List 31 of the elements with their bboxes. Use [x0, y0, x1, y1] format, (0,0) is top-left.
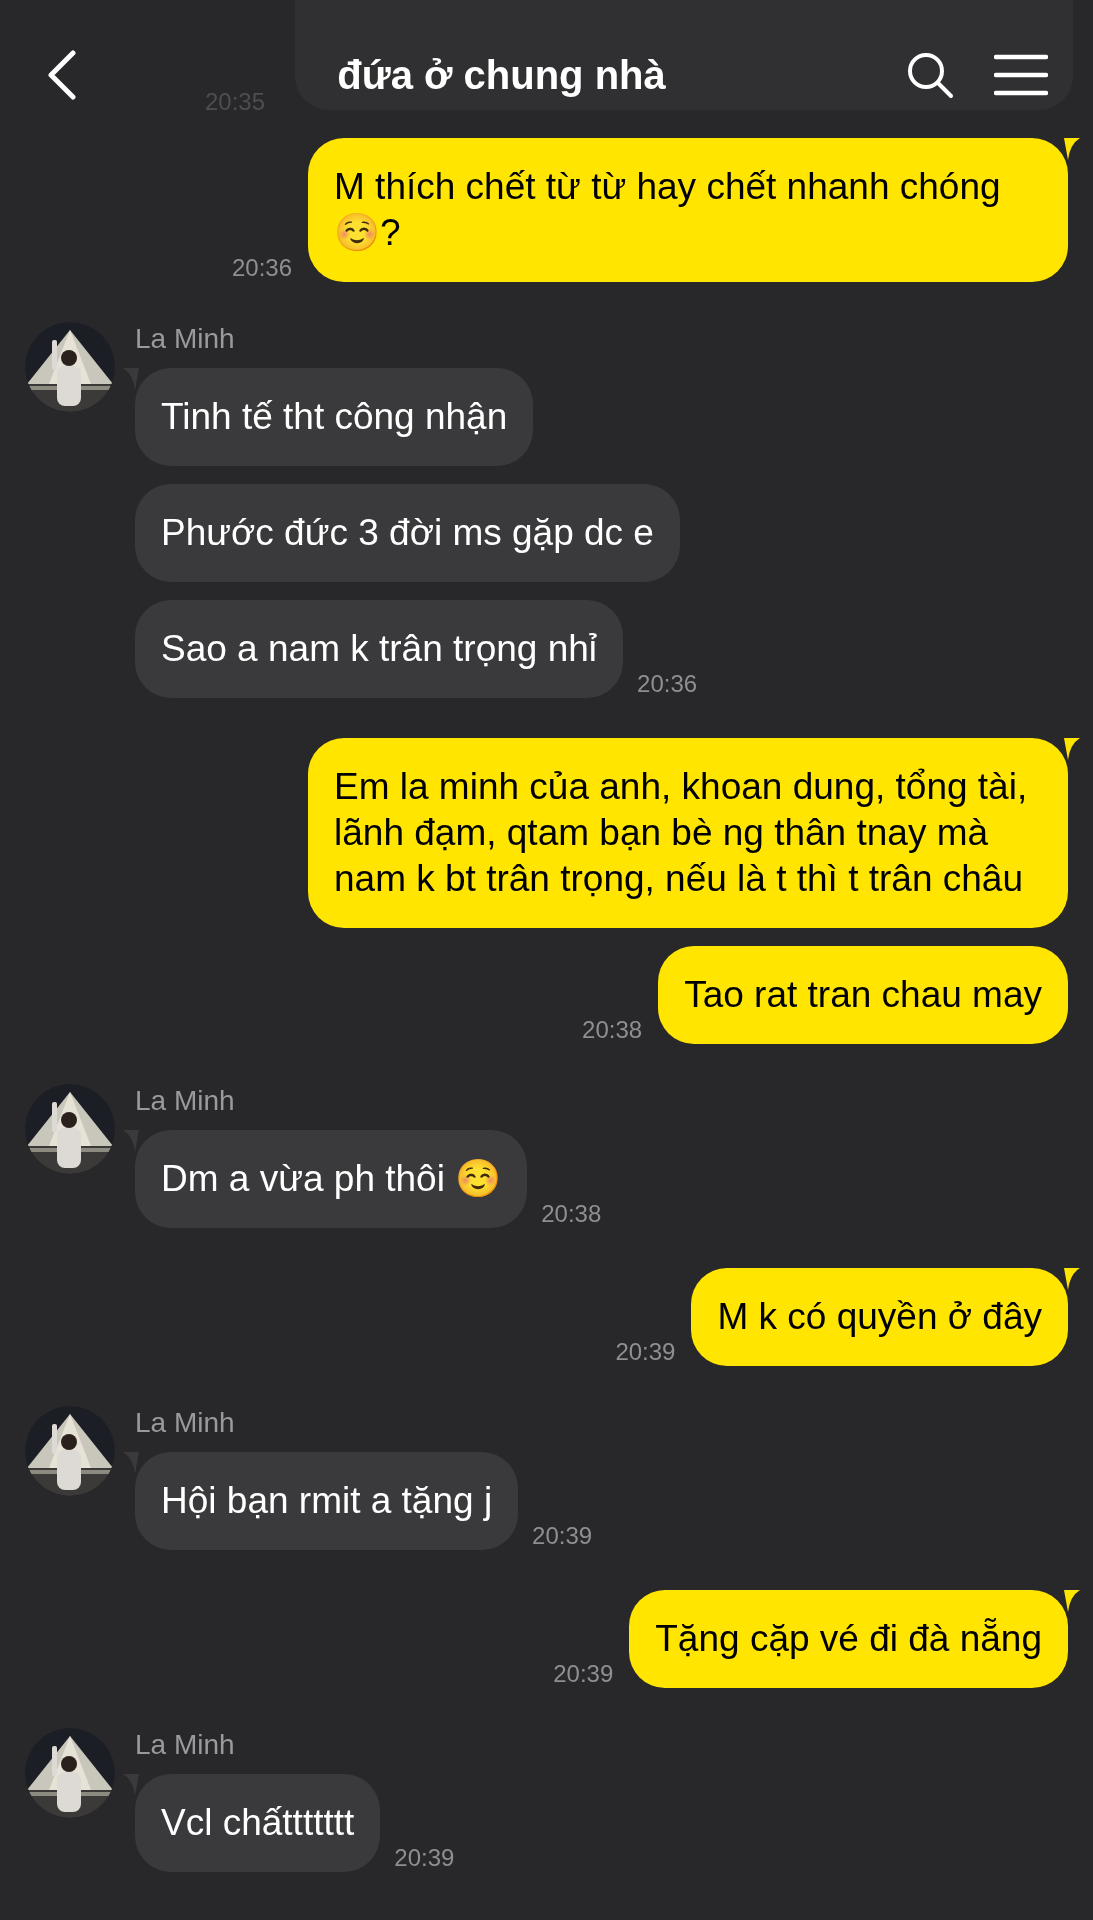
message-bubble: Em la minh của anh, khoan dung, tổng tài, lãnh đạm, qtam bạn bè ng thân tnay mà nam k bt trân trọng, nếu là t thì t trân châu — [308, 738, 1068, 928]
message-bubble: M thích chết từ từ hay chết nhanh chóng ☺? — [308, 138, 1068, 282]
back-button[interactable] — [45, 50, 77, 100]
message-time: 20:38 — [582, 1015, 643, 1045]
bubble-tail — [1064, 1590, 1080, 1612]
bubble-tail — [1064, 738, 1080, 760]
bubble-tail — [1064, 138, 1080, 160]
menu-button[interactable] — [994, 54, 1048, 96]
search-button[interactable] — [906, 51, 954, 99]
message-bubble: Dm a vừa ph thôi ☺ — [135, 1130, 528, 1228]
message-bubble: Hội bạn rmit a tặng j — [135, 1452, 519, 1550]
message-time: 20:39 — [615, 1337, 676, 1367]
message-bubble: Vcl chấttttttt — [135, 1774, 381, 1872]
message-bubble: Tặng cặp vé đi đà nẵng — [629, 1590, 1068, 1688]
chat-title: đứa ở chung nhà — [337, 52, 666, 99]
sender-name: La Minh — [135, 1730, 236, 1760]
message-bubble: Tao rat tran chau may — [658, 946, 1068, 1044]
message-bubble: Tinh tế tht công nhận — [135, 368, 534, 466]
message-bubble: Phước đức 3 đời ms gặp dc e — [135, 484, 680, 582]
message-bubble: Sao a nam k trân trọng nhỉ — [135, 600, 624, 698]
bubble-tail — [1064, 1268, 1080, 1290]
message-time: 20:39 — [394, 1843, 455, 1873]
message-time: 20:36 — [231, 253, 292, 283]
message-time: 20:39 — [532, 1521, 593, 1551]
message-time: 20:38 — [541, 1199, 602, 1229]
message-time: 20:36 — [637, 669, 698, 699]
message-bubble: M k có quyền ở đây — [691, 1268, 1068, 1366]
sender-name: La Minh — [135, 324, 236, 354]
sender-name: La Minh — [135, 1086, 236, 1116]
message-time: 20:39 — [553, 1659, 614, 1689]
sender-name: La Minh — [135, 1408, 236, 1438]
